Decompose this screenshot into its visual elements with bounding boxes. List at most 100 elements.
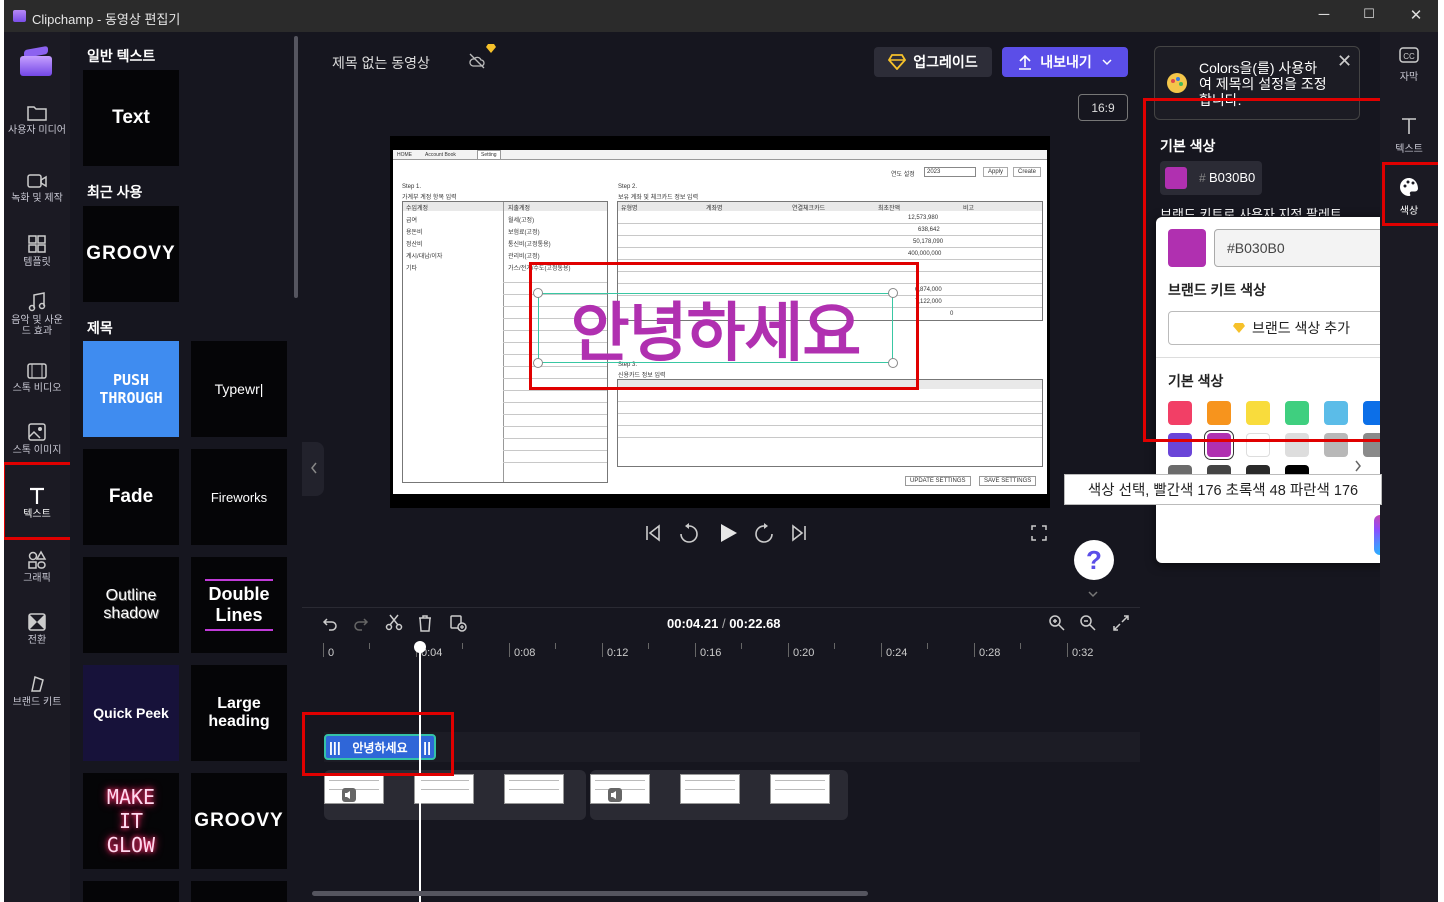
- color-tooltip: 색상 선택, 빨간색 176 초록색 48 파란색 176: [1064, 474, 1382, 505]
- svg-text:CC: CC: [1403, 52, 1415, 61]
- tile-partial-1[interactable]: [83, 881, 179, 902]
- sheet-tab: HOME: [397, 152, 412, 158]
- fit-timeline-icon[interactable]: [1112, 614, 1130, 632]
- step1-cell: 정산비: [406, 242, 423, 248]
- right-rail-captions[interactable]: CC 자막: [1380, 46, 1438, 83]
- playhead-knob[interactable]: [414, 641, 426, 653]
- premium-diamond-icon: [486, 44, 496, 53]
- rail-item-music-sfx[interactable]: 음악 및 사운드 효과: [4, 292, 70, 337]
- export-label: 내보내기: [1040, 54, 1092, 70]
- tile-groovy[interactable]: GROOVY: [191, 773, 287, 869]
- upgrade-button[interactable]: 업그레이드: [874, 47, 992, 77]
- clipchamp-logo-icon[interactable]: [20, 45, 52, 76]
- export-button[interactable]: 내보내기: [1002, 47, 1128, 77]
- redo-icon[interactable]: [353, 615, 369, 631]
- zoom-in-icon[interactable]: [1048, 614, 1066, 632]
- chevron-down-icon: [1102, 59, 1112, 66]
- window-title: Clipchamp - 동영상 편집기: [32, 12, 181, 27]
- cc-icon: CC: [1399, 47, 1419, 63]
- rewind-5-icon[interactable]: [679, 522, 699, 544]
- step2-amount: 7,122,000: [915, 299, 942, 305]
- text-icon: [1402, 118, 1416, 134]
- chevron-right-icon[interactable]: [1354, 460, 1362, 472]
- tile-quick-peek[interactable]: Quick Peek: [83, 665, 179, 761]
- rail-item-stock-video[interactable]: 스톡 비디오: [4, 362, 70, 394]
- tile-large-heading[interactable]: Large heading: [191, 665, 287, 761]
- ruler-label: 0:16: [700, 647, 722, 659]
- rail-item-label: 브랜드 키트: [12, 697, 62, 708]
- music-icon: [28, 292, 46, 312]
- tile-double-lines[interactable]: Double Lines: [191, 557, 287, 653]
- tile-make-it-glow[interactable]: MAKE IT GLOW: [83, 773, 179, 869]
- right-rail-text[interactable]: 텍스트: [1380, 116, 1438, 155]
- tile-outline-shadow[interactable]: Outline shadow: [83, 557, 179, 653]
- maximize-button[interactable]: ☐: [1354, 6, 1384, 22]
- tile-text[interactable]: Text: [83, 70, 179, 166]
- tile-typewriter[interactable]: Typewr|: [191, 341, 287, 437]
- video-clip-2[interactable]: [590, 770, 848, 820]
- duplicate-icon[interactable]: [449, 614, 467, 632]
- rail-item-label: 녹화 및 제작: [11, 193, 63, 204]
- palette-emoji-icon: [1167, 73, 1187, 93]
- forward-5-icon[interactable]: [754, 522, 774, 544]
- folder-icon: [27, 106, 47, 121]
- chevron-down-icon[interactable]: [1087, 590, 1099, 598]
- clipchamp-window: Clipchamp - 동영상 편집기 ─ ☐ ✕ 사용자 미디어 녹화 및 제…: [4, 0, 1438, 902]
- rail-item-label: 전환: [27, 635, 47, 646]
- rail-item-label: 스톡 비디오: [12, 383, 62, 394]
- project-name[interactable]: 제목 없는 동영상: [332, 53, 430, 73]
- title-bar: Clipchamp - 동영상 편집기 ─ ☐ ✕: [4, 0, 1438, 32]
- trash-icon[interactable]: [417, 614, 433, 632]
- right-rail-label: 텍스트: [1395, 144, 1423, 155]
- create-button: Create: [1013, 167, 1042, 177]
- rail-item-graphics[interactable]: 그래픽: [4, 550, 70, 584]
- rail-item-transitions[interactable]: 전환: [4, 612, 70, 646]
- rail-item-brand-kit[interactable]: 브랜드 키트: [4, 674, 70, 708]
- undo-icon[interactable]: [322, 615, 338, 631]
- rail-item-my-media[interactable]: 사용자 미디어: [4, 104, 70, 136]
- tile-groovy-recent[interactable]: GROOVY: [83, 206, 179, 302]
- tile-partial-2[interactable]: [191, 881, 287, 902]
- video-clip-1[interactable]: [324, 770, 586, 820]
- step1-desc: 가계부 계정 항목 입력: [402, 195, 457, 201]
- ruler-label: 0:32: [1072, 647, 1094, 659]
- step2-title: Step 2.: [618, 184, 638, 190]
- close-button[interactable]: ✕: [1401, 6, 1431, 24]
- scissors-icon[interactable]: [385, 614, 403, 632]
- step2-amount: 50,178,090: [913, 239, 944, 245]
- speaker-icon[interactable]: [342, 788, 356, 802]
- timeline-scrollbar[interactable]: [312, 891, 868, 896]
- time-display: 00:04.21 / 00:22.68: [667, 616, 781, 631]
- tile-double-lines-label: Double Lines: [205, 579, 273, 631]
- help-button[interactable]: ?: [1074, 540, 1114, 580]
- tile-fade[interactable]: Fade: [83, 449, 179, 545]
- fullscreen-icon[interactable]: [1031, 525, 1047, 541]
- step1-cell: 보험료(고정): [508, 230, 540, 236]
- template-icon: [28, 235, 46, 253]
- camera-icon: [27, 174, 47, 188]
- speaker-icon[interactable]: [608, 788, 622, 802]
- transition-icon: [28, 613, 46, 631]
- rail-item-stock-images[interactable]: 스톡 이미지: [4, 422, 70, 456]
- brand-icon: [31, 675, 44, 692]
- skip-forward-icon[interactable]: [790, 524, 808, 542]
- step2-col: 계좌명: [706, 206, 723, 212]
- ruler-label: 0:12: [607, 647, 629, 659]
- zoom-out-icon[interactable]: [1079, 614, 1097, 632]
- highlight-text-clip: [302, 712, 454, 776]
- rail-item-templates[interactable]: 템플릿: [4, 234, 70, 268]
- panel-scrollbar[interactable]: [294, 36, 298, 298]
- step1-cell: 용돈비: [406, 230, 423, 236]
- rail-item-label: 사용자 미디어: [8, 125, 66, 136]
- skip-back-icon[interactable]: [644, 524, 662, 542]
- rail-item-record-create[interactable]: 녹화 및 제작: [4, 172, 70, 204]
- clipchamp-app-icon: [13, 10, 26, 22]
- step2-desc: 보유 계좌 및 체크카드 정보 입력: [618, 195, 699, 201]
- text-library-panel: 일반 텍스트 Text 최근 사용 GROOVY 제목 PUSH THROUGH…: [70, 32, 302, 902]
- tile-fireworks[interactable]: Fireworks: [191, 449, 287, 545]
- play-icon[interactable]: [718, 523, 738, 543]
- tile-push-through[interactable]: PUSH THROUGH: [83, 341, 179, 437]
- aspect-ratio-button[interactable]: 16:9: [1078, 94, 1128, 121]
- minimize-button[interactable]: ─: [1309, 6, 1339, 23]
- highlight-color-rail: [1382, 162, 1438, 226]
